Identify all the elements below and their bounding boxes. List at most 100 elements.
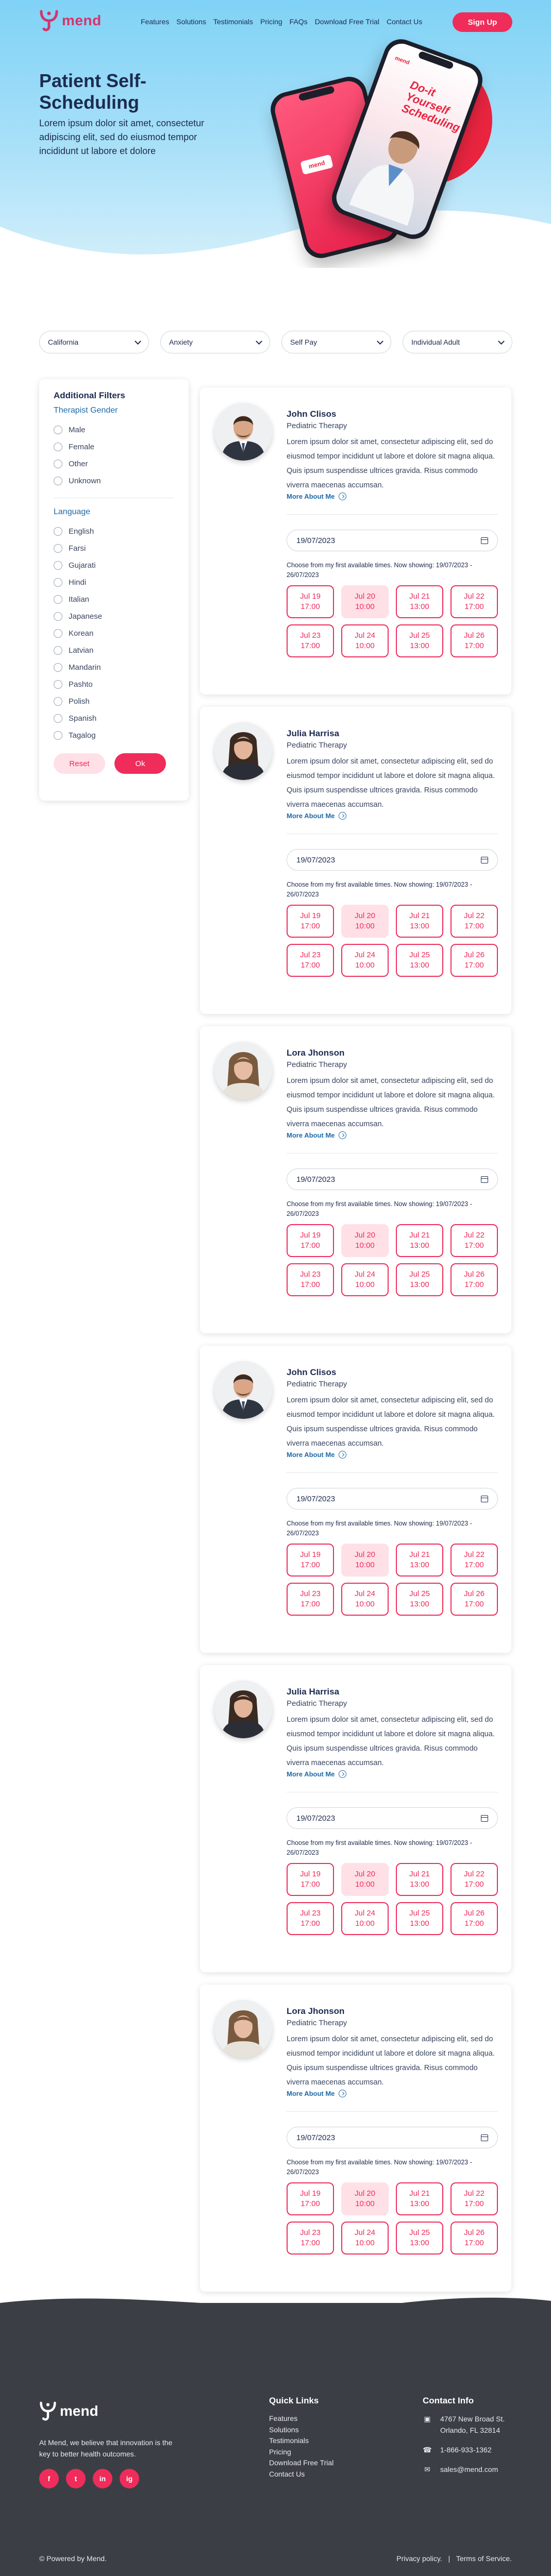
footer-link-contact[interactable]: Contact Us [269,2470,305,2478]
time-slot-button[interactable]: Jul 23 17:00 [287,1902,334,1935]
date-picker[interactable]: 19/07/2023 [287,530,498,551]
language-option-gujarati[interactable]: Gujarati [54,557,174,574]
state-select[interactable]: California [39,331,149,353]
time-slot-button[interactable]: Jul 22 17:00 [450,1544,498,1577]
language-option-korean[interactable]: Korean [54,625,174,642]
time-slot-button[interactable]: Jul 24 10:00 [341,624,389,657]
nav-link-features[interactable]: Features [141,18,169,26]
time-slot-button[interactable]: Jul 26 17:00 [450,1263,498,1296]
radio-button[interactable] [54,578,62,587]
time-slot-button[interactable]: Jul 25 13:00 [396,1263,443,1296]
time-slot-button[interactable]: Jul 26 17:00 [450,624,498,657]
payment-select[interactable]: Self Pay [281,331,391,353]
terms-link[interactable]: Terms of Service. [456,2554,512,2563]
radio-button[interactable] [54,731,62,740]
time-slot-button[interactable]: Jul 20 10:00 [341,1224,389,1257]
more-about-me-link[interactable]: More About Me [287,1770,347,1778]
radio-button[interactable] [54,612,62,621]
time-slot-button[interactable]: Jul 26 17:00 [450,2222,498,2255]
privacy-link[interactable]: Privacy policy. [396,2554,442,2563]
time-slot-button[interactable]: Jul 22 17:00 [450,585,498,618]
radio-button[interactable] [54,426,62,434]
email-link[interactable]: sales@mend.com [440,2464,498,2475]
radio-button[interactable] [54,629,62,638]
more-about-me-link[interactable]: More About Me [287,1131,347,1139]
language-option-polish[interactable]: Polish [54,693,174,710]
gender-option-female[interactable]: Female [54,438,174,455]
radio-button[interactable] [54,646,62,655]
phone-link[interactable]: 1-866-933-1362 [440,2444,492,2455]
date-picker[interactable]: 19/07/2023 [287,1488,498,1510]
radio-button[interactable] [54,443,62,451]
time-slot-button[interactable]: Jul 25 13:00 [396,1902,443,1935]
nav-link-solutions[interactable]: Solutions [176,18,206,26]
concern-select[interactable]: Anxiety [160,331,270,353]
footer-link-download-trial[interactable]: Download Free Trial [269,2459,333,2467]
radio-button[interactable] [54,663,62,672]
language-option-italian[interactable]: Italian [54,591,174,608]
date-picker[interactable]: 19/07/2023 [287,849,498,871]
time-slot-button[interactable]: Jul 20 10:00 [341,585,389,618]
radio-button[interactable] [54,527,62,536]
time-slot-button[interactable]: Jul 21 13:00 [396,1224,443,1257]
language-option-english[interactable]: English [54,523,174,540]
radio-button[interactable] [54,561,62,570]
language-option-spanish[interactable]: Spanish [54,710,174,727]
gender-option-other[interactable]: Other [54,455,174,472]
time-slot-button[interactable]: Jul 26 17:00 [450,1902,498,1935]
session-type-select[interactable]: Individual Adult [403,331,512,353]
ok-button[interactable]: Ok [114,753,166,774]
time-slot-button[interactable]: Jul 23 17:00 [287,624,334,657]
time-slot-button[interactable]: Jul 20 10:00 [341,1544,389,1577]
radio-button[interactable] [54,460,62,468]
time-slot-button[interactable]: Jul 25 13:00 [396,1583,443,1616]
date-picker[interactable]: 19/07/2023 [287,1807,498,1829]
linkedin-icon[interactable]: in [93,2469,112,2488]
more-about-me-link[interactable]: More About Me [287,2090,347,2097]
time-slot-button[interactable]: Jul 21 13:00 [396,1544,443,1577]
radio-button[interactable] [54,544,62,553]
nav-link-download-trial[interactable]: Download Free Trial [315,18,379,26]
gender-option-unknown[interactable]: Unknown [54,472,174,489]
time-slot-button[interactable]: Jul 24 10:00 [341,1902,389,1935]
more-about-me-link[interactable]: More About Me [287,812,347,820]
nav-link-pricing[interactable]: Pricing [260,18,282,26]
time-slot-button[interactable]: Jul 22 17:00 [450,1224,498,1257]
time-slot-button[interactable]: Jul 19 17:00 [287,1224,334,1257]
radio-button[interactable] [54,714,62,723]
twitter-icon[interactable]: t [66,2469,86,2488]
date-picker[interactable]: 19/07/2023 [287,2127,498,2148]
more-about-me-link[interactable]: More About Me [287,1451,347,1459]
language-option-pashto[interactable]: Pashto [54,676,174,693]
time-slot-button[interactable]: Jul 20 10:00 [341,2182,389,2215]
instagram-icon[interactable]: ig [120,2469,139,2488]
time-slot-button[interactable]: Jul 25 13:00 [396,2222,443,2255]
reset-button[interactable]: Reset [54,753,105,774]
time-slot-button[interactable]: Jul 24 10:00 [341,1263,389,1296]
time-slot-button[interactable]: Jul 24 10:00 [341,944,389,977]
language-option-japanese[interactable]: Japanese [54,608,174,625]
time-slot-button[interactable]: Jul 22 17:00 [450,1863,498,1896]
time-slot-button[interactable]: Jul 19 17:00 [287,905,334,938]
time-slot-button[interactable]: Jul 19 17:00 [287,2182,334,2215]
time-slot-button[interactable]: Jul 26 17:00 [450,1583,498,1616]
gender-option-male[interactable]: Male [54,421,174,438]
more-about-me-link[interactable]: More About Me [287,493,347,500]
footer-link-features[interactable]: Features [269,2414,297,2422]
time-slot-button[interactable]: Jul 26 17:00 [450,944,498,977]
language-option-latvian[interactable]: Latvian [54,642,174,659]
radio-button[interactable] [54,697,62,706]
time-slot-button[interactable]: Jul 19 17:00 [287,585,334,618]
radio-button[interactable] [54,680,62,689]
time-slot-button[interactable]: Jul 25 13:00 [396,944,443,977]
language-option-hindi[interactable]: Hindi [54,574,174,591]
time-slot-button[interactable]: Jul 23 17:00 [287,944,334,977]
nav-link-faqs[interactable]: FAQs [290,18,308,26]
language-option-mandarin[interactable]: Mandarin [54,659,174,676]
time-slot-button[interactable]: Jul 21 13:00 [396,1863,443,1896]
radio-button[interactable] [54,477,62,485]
time-slot-button[interactable]: Jul 20 10:00 [341,905,389,938]
nav-link-testimonials[interactable]: Testimonials [213,18,253,26]
time-slot-button[interactable]: Jul 22 17:00 [450,2182,498,2215]
time-slot-button[interactable]: Jul 21 13:00 [396,905,443,938]
